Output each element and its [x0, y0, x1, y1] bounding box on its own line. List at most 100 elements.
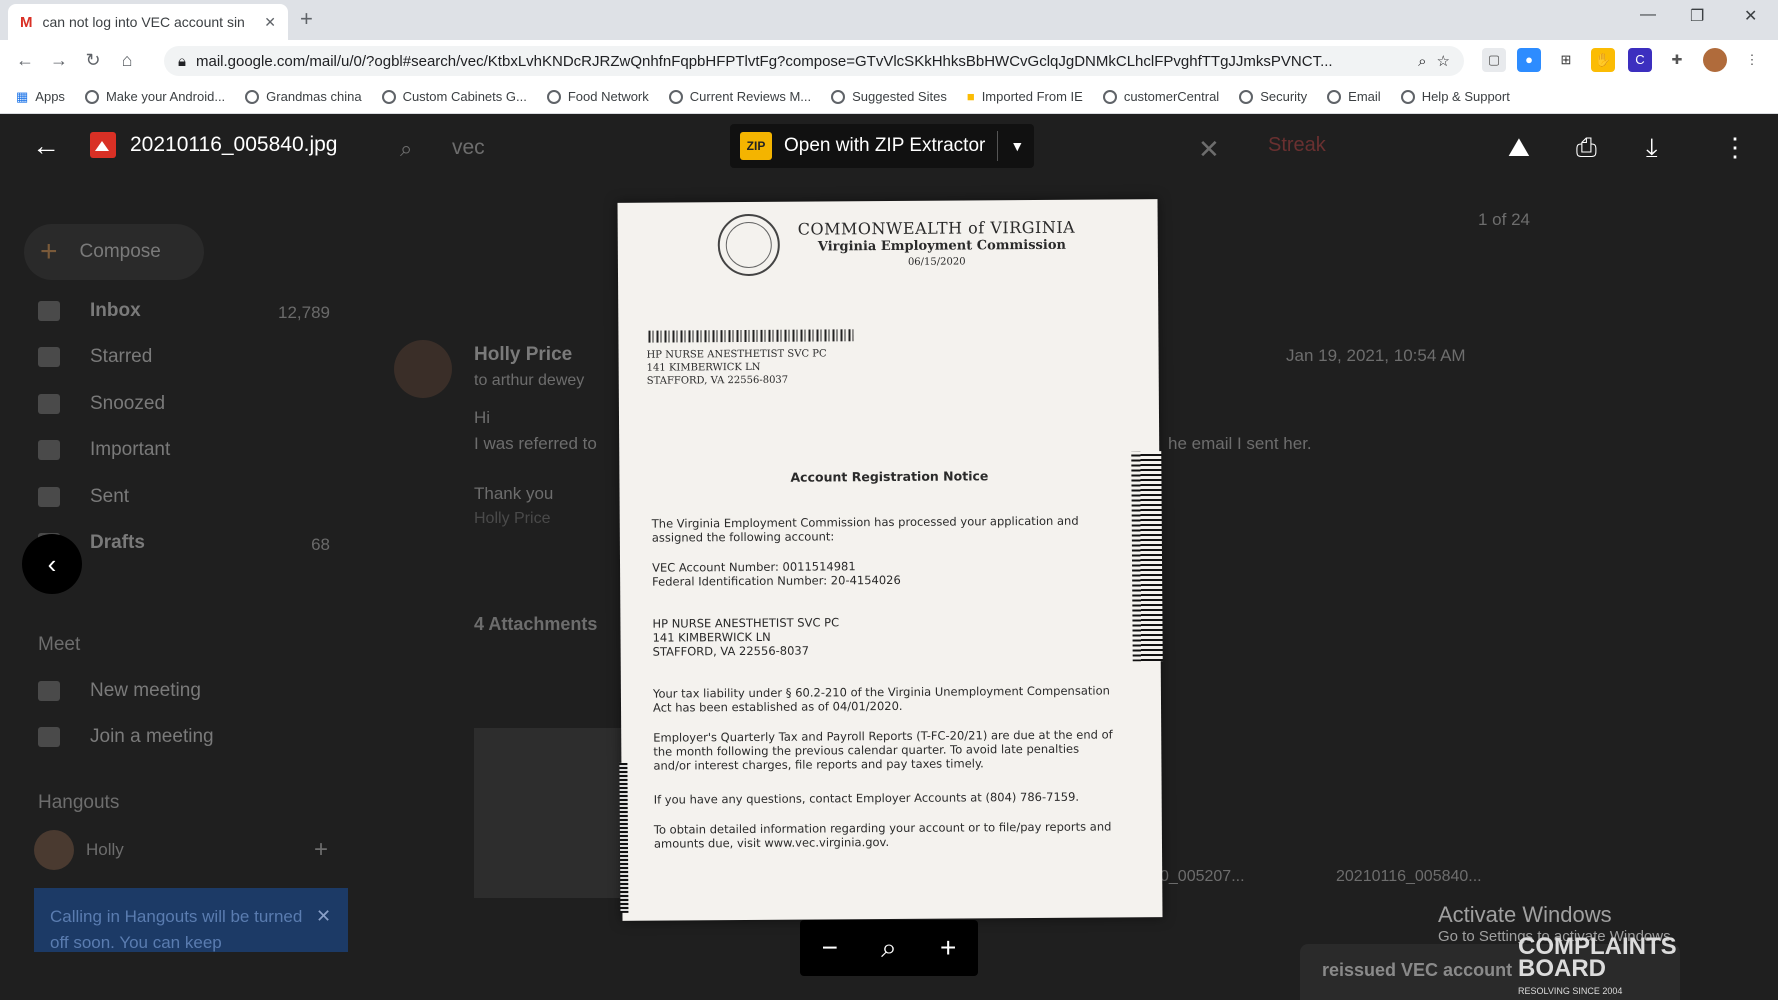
notice-title: Account Registration Notice: [790, 468, 989, 485]
image-file-icon: [90, 132, 116, 158]
attachment-thumbnail[interactable]: [474, 728, 624, 898]
pagination: 1 of 24: [1478, 210, 1530, 229]
gmail-icon: M: [20, 13, 33, 31]
nav-starred[interactable]: Starred: [38, 346, 152, 368]
extension-icon[interactable]: ▢: [1482, 48, 1506, 72]
add-to-drive-icon[interactable]: ⛰: [1508, 132, 1530, 164]
nav-inbox[interactable]: Inbox: [38, 300, 141, 322]
add-contact-icon[interactable]: +: [314, 836, 328, 864]
compose-button[interactable]: + Compose: [24, 224, 204, 280]
bookmark-item[interactable]: Make your Android...: [84, 89, 225, 104]
profile-avatar[interactable]: [1703, 48, 1727, 72]
address-bar[interactable]: 🔒︎ mail.google.com/mail/u/0/?ogbl#search…: [164, 46, 1464, 76]
close-tab-icon[interactable]: ✕: [264, 14, 276, 31]
file-title: 20210116_005840.jpg: [90, 132, 338, 158]
bookmark-apps[interactable]: ▦ Apps: [16, 89, 65, 105]
bookmark-item[interactable]: Security: [1239, 89, 1307, 104]
star-icon[interactable]: ☆: [1437, 52, 1450, 70]
bookmark-item[interactable]: Email: [1327, 89, 1381, 104]
back-arrow-icon[interactable]: ←: [32, 130, 60, 162]
minimize-icon[interactable]: —: [1640, 6, 1656, 24]
globe-icon: [831, 89, 846, 104]
star-icon: [38, 347, 60, 367]
bookmark-item[interactable]: Suggested Sites: [831, 89, 947, 104]
meet-heading: Meet: [38, 634, 81, 655]
attachments-heading: 4 Attachments: [474, 614, 598, 634]
more-options-icon[interactable]: ⋮: [1722, 132, 1748, 163]
browser-tab[interactable]: M can not log into VEC account sin ✕: [8, 4, 288, 40]
doc-header-agency: Virginia Employment Commission: [817, 237, 1066, 255]
dropdown-arrow-icon[interactable]: ▼: [1010, 138, 1024, 154]
nav-sent[interactable]: Sent: [38, 486, 129, 508]
zoom-controls: − ⌕ +: [800, 920, 978, 976]
globe-icon: [84, 89, 99, 104]
bookmark-item[interactable]: Help & Support: [1400, 89, 1510, 104]
close-window-icon[interactable]: ✕: [1744, 6, 1757, 26]
join-meeting-button[interactable]: Join a meeting: [38, 726, 214, 748]
company-address: STAFFORD, VA 22556-8037: [652, 643, 810, 659]
back-icon[interactable]: ←: [8, 50, 42, 71]
zip-extractor-icon: ZIP: [740, 132, 772, 160]
zoom-in-icon[interactable]: +: [940, 932, 956, 964]
barcode: [648, 329, 854, 343]
doc-date: 06/15/2020: [907, 256, 966, 268]
recipient-line: to arthur dewey: [474, 372, 585, 389]
attachment-name[interactable]: 20210116_005840...: [1336, 868, 1482, 886]
nav-important[interactable]: Important: [38, 439, 170, 461]
inbox-count: 12,789: [278, 303, 330, 322]
doc-header-state: COMMONWEALTH of VIRGINIA: [797, 217, 1076, 239]
nav-snoozed[interactable]: Snoozed: [38, 393, 165, 415]
hand-extension-icon[interactable]: ✋: [1591, 48, 1615, 72]
sender-name: Holly Price: [474, 344, 573, 365]
bookmark-item[interactable]: Food Network: [546, 89, 649, 104]
hangouts-banner: Calling in Hangouts will be turned off s…: [34, 888, 348, 952]
download-icon[interactable]: ⤓: [1646, 132, 1658, 164]
attachment-viewer: + Compose Inbox 12,789 Starred Snoozed I…: [0, 114, 1778, 1000]
inbox-icon: [38, 301, 60, 321]
puzzle-icon[interactable]: ✚: [1665, 48, 1689, 72]
globe-icon: [546, 89, 561, 104]
new-tab-button[interactable]: +: [300, 6, 313, 32]
important-icon: [38, 440, 60, 460]
globe-icon: [381, 89, 396, 104]
hangouts-user[interactable]: Holly: [34, 830, 124, 870]
previous-arrow-icon[interactable]: ‹: [22, 534, 82, 594]
attachment-name[interactable]: 0_005207...: [1160, 868, 1245, 886]
home-icon[interactable]: ⌂: [110, 50, 144, 71]
bookmark-item[interactable]: Grandmas china: [245, 89, 362, 104]
print-icon[interactable]: ⎙: [1576, 132, 1597, 164]
zoom-icon[interactable]: ⌕: [1418, 53, 1426, 70]
lock-icon: 🔒︎: [178, 52, 186, 70]
forward-icon[interactable]: →: [42, 50, 76, 71]
complaints-board-logo: COMPLAINTS BOARD RESOLVING SINCE 2004: [1518, 933, 1677, 997]
restore-icon[interactable]: ❐: [1690, 6, 1704, 26]
reload-icon[interactable]: ↻: [76, 50, 110, 71]
c-extension-icon[interactable]: C: [1628, 48, 1652, 72]
globe-icon: [1239, 89, 1254, 104]
grid-extension-icon[interactable]: ⊞: [1554, 48, 1578, 72]
video-icon: [38, 681, 60, 701]
clock-icon: [38, 394, 60, 414]
body-signature: Holly Price: [474, 510, 551, 527]
reset-zoom-icon[interactable]: ⌕: [881, 932, 897, 965]
side-barcode: [1131, 451, 1163, 662]
new-meeting-button[interactable]: New meeting: [38, 680, 201, 702]
close-banner-icon[interactable]: ✕: [316, 906, 331, 927]
url-text: mail.google.com/mail/u/0/?ogbl#search/ve…: [195, 52, 1333, 70]
bookmark-item[interactable]: Current Reviews M...: [668, 89, 811, 104]
menu-icon[interactable]: ⋮: [1740, 48, 1764, 72]
bookmark-folder[interactable]: ■ Imported From IE: [967, 89, 1083, 104]
edge-strip: [619, 762, 629, 913]
message-date: Jan 19, 2021, 10:54 AM: [1286, 346, 1466, 365]
plus-icon: +: [40, 235, 58, 268]
mail-address-line: 141 KIMBERWICK LN: [646, 361, 761, 374]
body-line-end: he email I sent her.: [1168, 434, 1312, 453]
globe-icon: [1400, 89, 1415, 104]
zoom-extension-icon[interactable]: ●: [1517, 48, 1541, 72]
zoom-out-icon[interactable]: −: [822, 932, 838, 964]
virginia-seal-icon: [717, 213, 781, 277]
bookmark-item[interactable]: customerCentral: [1102, 89, 1219, 104]
doc-paragraph: Employer's Quarterly Tax and Payroll Rep…: [653, 727, 1113, 773]
open-with-button[interactable]: ZIP Open with ZIP Extractor ▼: [730, 124, 1035, 168]
bookmark-item[interactable]: Custom Cabinets G...: [381, 89, 527, 104]
